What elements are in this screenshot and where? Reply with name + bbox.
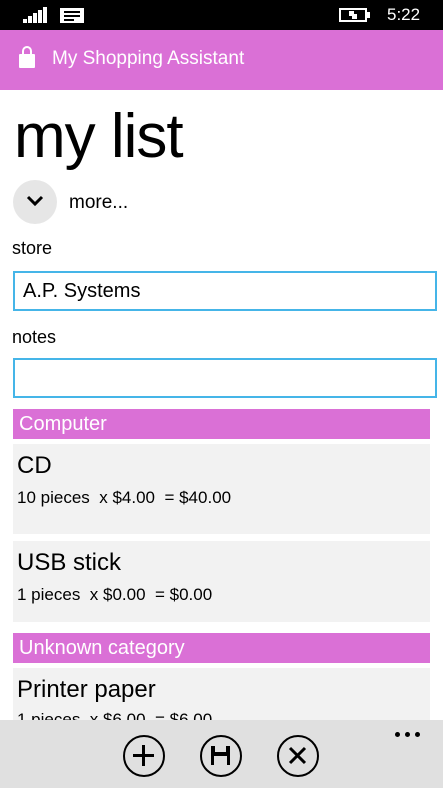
add-icon — [133, 745, 154, 766]
item-name: USB stick — [17, 549, 122, 576]
clock: 5:22 — [387, 5, 421, 24]
notes-input[interactable] — [13, 358, 437, 398]
store-input[interactable]: A.P. Systems — [13, 271, 437, 311]
store-label: store — [12, 238, 53, 258]
save-button[interactable] — [200, 735, 242, 777]
item-price: x $4.00 — [99, 488, 155, 507]
notes-label: notes — [12, 327, 57, 347]
app-title: My Shopping Assistant — [52, 48, 245, 69]
item-calculation: 10 pieces x $4.00 = $40.00 — [17, 488, 231, 508]
more-label[interactable]: more... — [69, 192, 128, 214]
cancel-icon — [288, 746, 307, 765]
item-name: Printer paper — [17, 676, 156, 703]
item-price: x $0.00 — [89, 585, 146, 604]
battery-charging-icon — [339, 8, 370, 22]
message-icon — [60, 8, 84, 23]
page-title: my list — [14, 102, 184, 171]
item-quantity: 1 pieces — [17, 585, 81, 604]
chevron-down-icon — [26, 195, 44, 207]
item-total: = $0.00 — [155, 585, 213, 604]
ellipsis-icon[interactable] — [395, 732, 425, 742]
item-calculation: 1 pieces x $0.00 = $0.00 — [17, 585, 212, 605]
item-name: CD — [17, 452, 52, 479]
shopping-bag-icon — [19, 46, 35, 68]
item-total: = $40.00 — [164, 488, 232, 507]
status-bar: 5:22 — [0, 0, 443, 30]
cancel-button[interactable] — [277, 735, 319, 777]
item-quantity: 10 pieces — [17, 488, 90, 507]
list-item[interactable]: CD 10 pieces x $4.00 = $40.00 — [13, 444, 430, 534]
app-title-bar: My Shopping Assistant — [0, 30, 443, 90]
list-item[interactable]: USB stick 1 pieces x $0.00 = $0.00 — [13, 541, 430, 622]
signal-strength-icon — [23, 7, 49, 23]
app-bar — [0, 720, 443, 788]
category-header: Unknown category — [13, 633, 430, 663]
category-header: Computer — [13, 409, 430, 439]
expand-more-button[interactable] — [13, 180, 57, 224]
add-button[interactable] — [123, 735, 165, 777]
save-icon — [211, 746, 230, 765]
